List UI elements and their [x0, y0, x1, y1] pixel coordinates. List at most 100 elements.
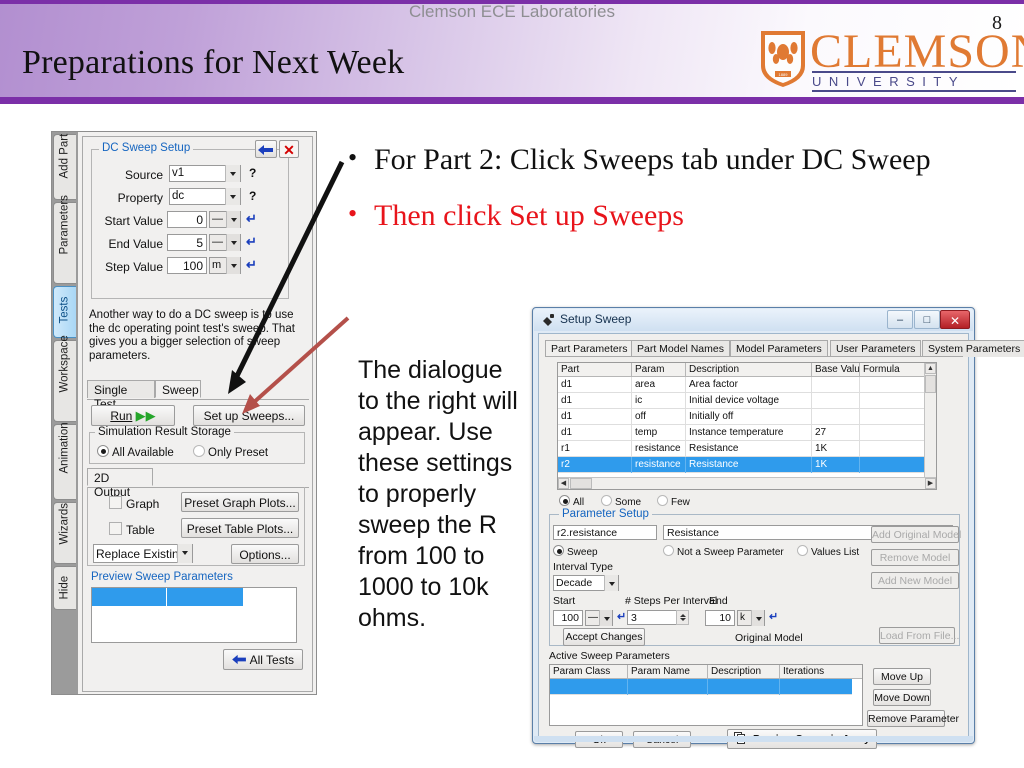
spinner-icon[interactable]: [676, 610, 689, 625]
preview-sweep-grid[interactable]: [91, 587, 297, 643]
end-unit-combo[interactable]: k: [737, 610, 765, 626]
radio-sweep[interactable]: Sweep: [553, 545, 598, 558]
close-window-button[interactable]: ✕: [940, 310, 970, 329]
accept-changes-button[interactable]: Accept Changes: [563, 628, 645, 646]
set-up-sweeps-button[interactable]: Set up Sweeps...: [193, 405, 305, 426]
preset-table-plots-button[interactable]: Preset Table Plots...: [181, 518, 299, 538]
sidebar-tab-add-part[interactable]: Add Part: [53, 134, 76, 200]
sidebar-tab-parameters[interactable]: Parameters: [53, 195, 76, 284]
start-apply-icon[interactable]: ↵: [617, 610, 626, 623]
radio-filter-some[interactable]: Some: [601, 495, 641, 508]
preset-graph-plots-button[interactable]: Preset Graph Plots...: [181, 492, 299, 512]
end-value-input[interactable]: 5: [167, 234, 207, 251]
step-value-unit-combo[interactable]: m: [209, 257, 241, 274]
back-arrow-button[interactable]: [255, 140, 277, 158]
options-button[interactable]: Options...: [231, 544, 299, 564]
tab-2d-output[interactable]: 2D Output: [87, 468, 153, 499]
column-header-description[interactable]: Description: [686, 363, 812, 377]
column-header-param[interactable]: Param: [632, 363, 686, 377]
start-input[interactable]: 100: [553, 610, 583, 626]
interval-type-combo[interactable]: Decade: [553, 575, 619, 591]
cell-base-value: [812, 377, 860, 393]
table-row[interactable]: d1 off Initially off: [558, 409, 936, 425]
tab-model-parameters[interactable]: Model Parameters: [730, 340, 828, 357]
column-header-base-value[interactable]: Base Value: [812, 363, 860, 377]
add-original-model-button[interactable]: Add Original Model: [871, 526, 961, 543]
radio-filter-all[interactable]: All: [559, 495, 584, 508]
table-vertical-scrollbar[interactable]: ▲ ▼: [924, 363, 936, 489]
window-title-bar[interactable]: Setup Sweep – □ ✕: [534, 309, 973, 331]
property-help-icon[interactable]: ?: [249, 189, 256, 203]
table-row[interactable]: d1 area Area factor: [558, 377, 936, 393]
replace-existing-combo[interactable]: Replace Existing: [93, 544, 193, 563]
sidebar-tab-workspace[interactable]: Workspace: [53, 335, 76, 422]
property-combo[interactable]: dc: [169, 188, 241, 205]
tab-system-parameters[interactable]: System Parameters: [922, 340, 1024, 357]
bullet-item-1: • For Part 2: Click Sweeps tab under DC …: [348, 140, 988, 180]
active-sweep-table[interactable]: Param Class Param Name Description Itera…: [549, 664, 863, 726]
tab-part-parameters[interactable]: Part Parameters: [545, 340, 634, 357]
sidebar-tab-tests[interactable]: Tests: [53, 286, 76, 338]
scroll-thumb[interactable]: [570, 478, 592, 489]
tab-sweep[interactable]: Sweep: [155, 380, 201, 398]
load-from-file-button[interactable]: Load From File...: [879, 627, 959, 644]
scroll-left-icon[interactable]: ◀: [558, 478, 569, 489]
tab-single-test[interactable]: Single Test: [87, 380, 155, 411]
radio-label: Few: [671, 497, 690, 508]
radio-only-preset[interactable]: Only Preset: [193, 445, 268, 459]
table-row[interactable]: r2 resistance Resistance 1K: [558, 457, 936, 473]
radio-filter-few[interactable]: Few: [657, 495, 690, 508]
sidebar-tab-wizards[interactable]: Wizards: [53, 502, 76, 564]
step-value-input[interactable]: 100: [167, 257, 207, 274]
remove-parameter-button[interactable]: Remove Parameter: [867, 710, 959, 727]
radio-all-available[interactable]: All Available: [97, 445, 174, 459]
source-combo[interactable]: v1: [169, 165, 241, 182]
checkbox-table[interactable]: Table: [109, 522, 155, 537]
checkbox-graph[interactable]: Graph: [109, 496, 159, 511]
part-parameters-table[interactable]: Part Param Description Base Value Formul…: [557, 362, 937, 490]
end-value-unit-combo[interactable]: —: [209, 234, 241, 251]
tab-user-parameters[interactable]: User Parameters: [830, 340, 922, 357]
column-header-description[interactable]: Description: [708, 665, 780, 679]
move-down-button[interactable]: Move Down: [873, 689, 931, 706]
table-row[interactable]: d1 ic Initial device voltage: [558, 393, 936, 409]
scroll-up-icon[interactable]: ▲: [925, 363, 936, 374]
radio-not-a-sweep-parameter[interactable]: Not a Sweep Parameter: [663, 545, 784, 558]
param-name-input[interactable]: r2.resistance: [553, 525, 657, 540]
column-header-param-name[interactable]: Param Name: [628, 665, 708, 679]
sidebar-tab-animation[interactable]: Animation: [53, 422, 76, 500]
close-button[interactable]: ✕: [279, 140, 299, 158]
end-input[interactable]: 10: [705, 610, 735, 626]
tab-part-model-names[interactable]: Part Model Names: [631, 340, 730, 357]
start-value-input[interactable]: 0: [167, 211, 207, 228]
tab-label: Sweep: [162, 383, 199, 397]
dc-sweep-panel: Add Part Parameters Tests Workspace Anim…: [51, 131, 317, 695]
table-row[interactable]: d1 temp Instance temperature 27: [558, 425, 936, 441]
sidebar-tab-hide[interactable]: Hide: [53, 566, 76, 610]
column-header-iterations[interactable]: Iterations: [780, 665, 852, 679]
add-new-model-button[interactable]: Add New Model: [871, 572, 959, 589]
table-row[interactable]: r1 resistance Resistance 1K: [558, 441, 936, 457]
column-header-formula[interactable]: Formula: [860, 363, 926, 377]
scroll-thumb[interactable]: [925, 375, 936, 393]
radio-values-list[interactable]: Values List: [797, 545, 859, 558]
column-header-param-class[interactable]: Param Class: [550, 665, 628, 679]
start-value-apply-icon[interactable]: ↵: [246, 211, 257, 227]
column-header-part[interactable]: Part: [558, 363, 632, 377]
start-unit-combo[interactable]: —: [585, 610, 613, 626]
minimize-button[interactable]: –: [887, 310, 913, 329]
maximize-button[interactable]: □: [914, 310, 940, 329]
step-value-apply-icon[interactable]: ↵: [246, 257, 257, 273]
table-horizontal-scrollbar[interactable]: ◀ ▶: [558, 477, 936, 489]
end-value-apply-icon[interactable]: ↵: [246, 234, 257, 250]
end-apply-icon[interactable]: ↵: [769, 610, 778, 623]
move-up-button[interactable]: Move Up: [873, 668, 931, 685]
run-button[interactable]: Run ▶▶: [91, 405, 175, 426]
scroll-right-icon[interactable]: ▶: [925, 478, 936, 489]
all-tests-button[interactable]: All Tests: [223, 649, 303, 670]
start-value-unit-combo[interactable]: —: [209, 211, 241, 228]
remove-model-button[interactable]: Remove Model: [871, 549, 959, 566]
steps-per-interval-input[interactable]: 3: [627, 610, 689, 625]
table-row[interactable]: [550, 679, 852, 695]
source-help-icon[interactable]: ?: [249, 166, 256, 180]
